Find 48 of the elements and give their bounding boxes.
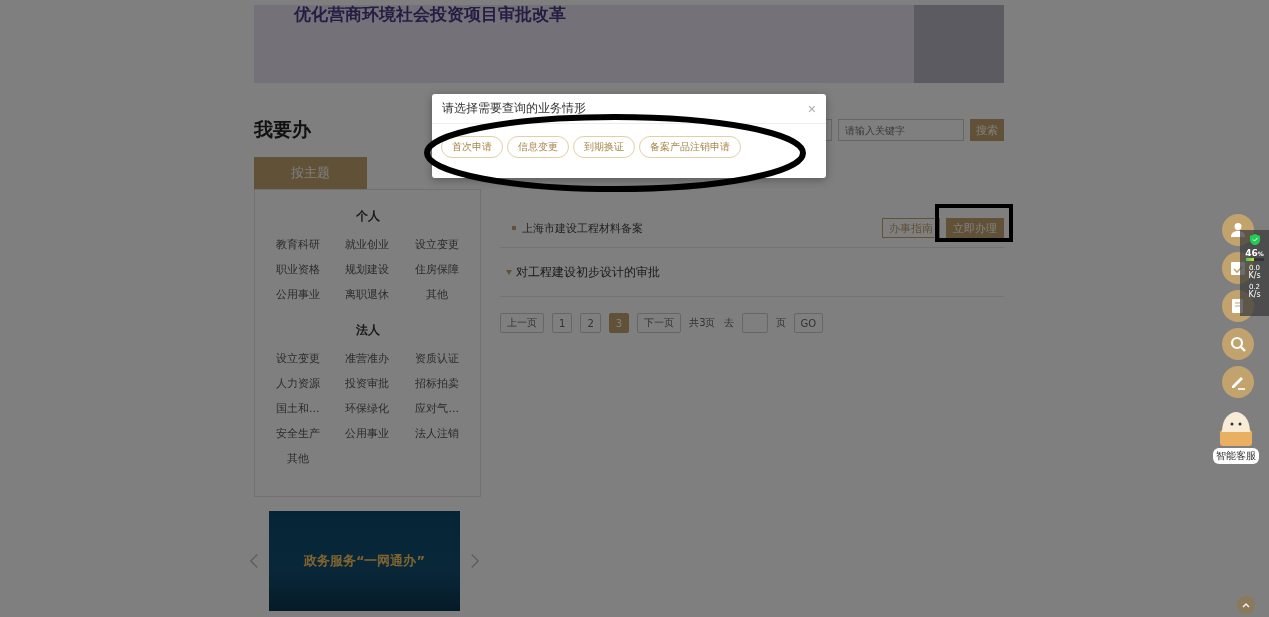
category-link[interactable]: 离职退休 [332, 287, 403, 302]
guide-button[interactable]: 办事指南 [882, 218, 940, 238]
item-title[interactable]: 上海市建设工程材料备案 [522, 220, 876, 236]
category-link[interactable]: 住房保障 [402, 262, 472, 277]
category-link[interactable]: 人力资源 [263, 376, 333, 391]
category-link[interactable]: 安全生产 [263, 426, 333, 441]
go-button[interactable]: GO [793, 313, 824, 333]
category-link[interactable]: 设立变更 [263, 351, 333, 366]
option-button[interactable]: 到期换证 [573, 136, 635, 158]
category-link[interactable]: 环保绿化 [332, 401, 403, 416]
carousel-banner[interactable]: 政务服务“一网通办” [269, 511, 460, 611]
category-link[interactable]: 职业资格 [263, 262, 333, 277]
category-heading: 个人 [354, 208, 381, 225]
page-unit-label: 页 [775, 316, 786, 330]
option-button[interactable]: 首次申请 [441, 136, 503, 158]
category-link[interactable]: 准营准办 [332, 351, 403, 366]
group-title[interactable]: 对工程建设初步设计的审批 [516, 263, 1004, 281]
category-link[interactable]: 投资审批 [332, 376, 403, 391]
category-link[interactable]: 国土和... [263, 401, 333, 416]
category-link[interactable]: 应对气... [402, 401, 472, 416]
theme-tab[interactable]: 按主题 [254, 157, 367, 189]
section-title: 我要办 [254, 117, 311, 142]
close-button[interactable]: × [807, 100, 816, 117]
page-button[interactable]: 2 [580, 313, 601, 333]
banner-caption: 政务服务“一网通办” [303, 552, 426, 570]
option-button[interactable]: 备案产品注销申请 [639, 136, 741, 158]
category-link[interactable]: 其他 [263, 451, 333, 466]
assistant-label[interactable]: 智能客服 [1213, 448, 1259, 464]
modal-title: 请选择需要查询的业务情形 [442, 100, 586, 117]
option-button[interactable]: 信息变更 [507, 136, 569, 158]
search-field[interactable]: 请输入关键字 [838, 119, 964, 141]
category-heading: 法人 [354, 322, 381, 339]
page-button[interactable]: 3 [608, 313, 630, 333]
category-link[interactable]: 公用事业 [332, 426, 403, 441]
page-button[interactable]: 1 [552, 313, 573, 333]
banner-title: 优化营商环境社会投资项目审批改革 [294, 5, 566, 26]
category-link[interactable]: 资质认证 [402, 351, 472, 366]
category-link[interactable]: 其他 [402, 287, 472, 302]
page-total: 共3页 [689, 316, 716, 330]
category-link[interactable]: 招标拍卖 [402, 376, 472, 391]
category-link[interactable]: 规划建设 [332, 262, 403, 277]
category-link[interactable]: 就业创业 [332, 237, 403, 252]
goto-label: 去 [723, 316, 734, 330]
category-link[interactable]: 法人注销 [402, 426, 472, 441]
category-link[interactable]: 公用事业 [263, 287, 333, 302]
search-button[interactable]: 搜索 [970, 119, 1004, 141]
category-link[interactable]: 教育科研 [263, 237, 333, 252]
category-link[interactable]: 设立变更 [402, 237, 472, 252]
